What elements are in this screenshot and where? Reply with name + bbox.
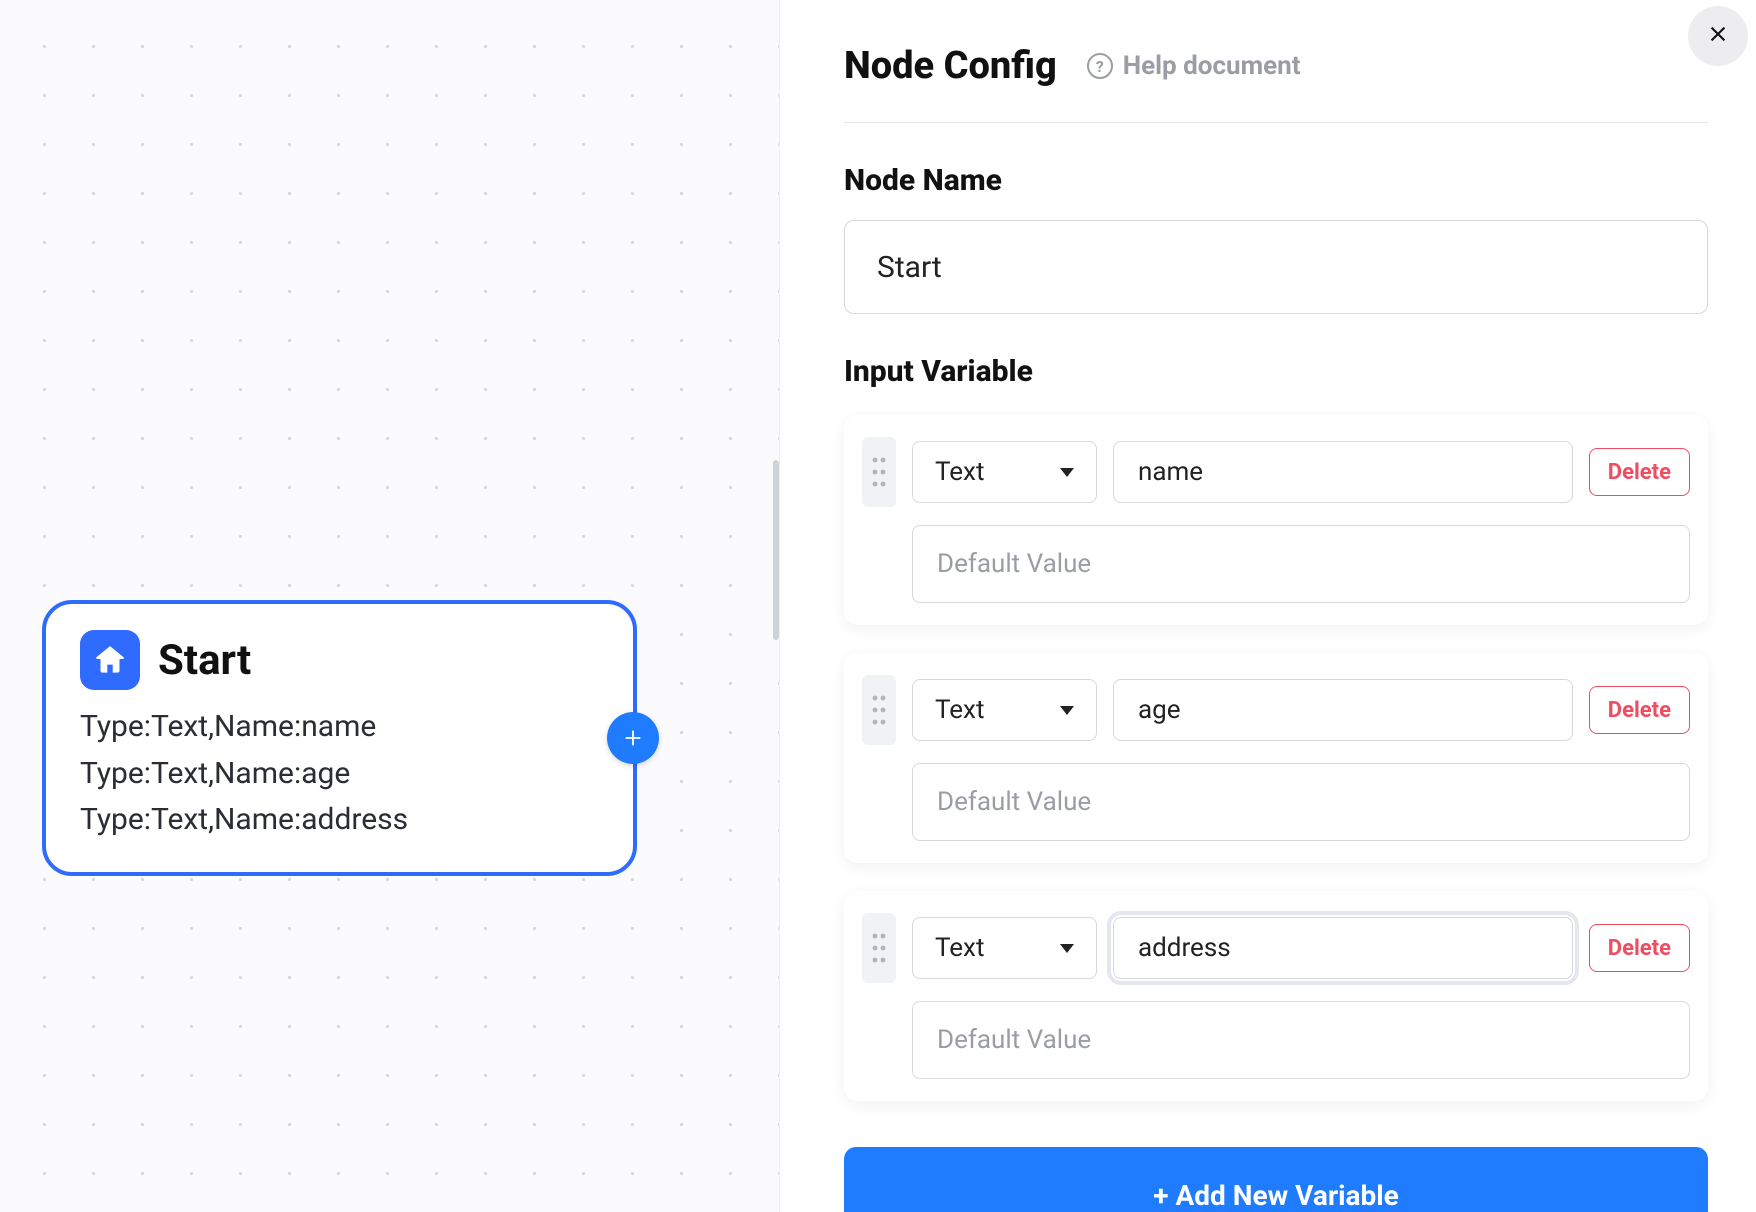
default-value-input[interactable]	[912, 525, 1690, 603]
node-variable-line: Type:Text,Name:age	[80, 751, 599, 798]
delete-variable-button[interactable]: Delete	[1589, 924, 1690, 972]
default-value-input[interactable]	[912, 763, 1690, 841]
delete-variable-button[interactable]: Delete	[1589, 448, 1690, 496]
node-variable-line: Type:Text,Name:address	[80, 797, 599, 844]
node-body: Type:Text,Name:name Type:Text,Name:age T…	[80, 704, 599, 844]
chevron-down-icon	[1060, 468, 1074, 477]
default-value-input[interactable]	[912, 1001, 1690, 1079]
canvas-scrollbar[interactable]	[773, 460, 779, 640]
variable-name-input[interactable]	[1113, 679, 1573, 741]
node-header: Start	[80, 630, 599, 690]
node-title: Start	[158, 636, 251, 685]
variable-card: Text Delete	[844, 891, 1708, 1101]
chevron-down-icon	[1060, 944, 1074, 953]
input-variable-label: Input Variable	[844, 354, 1708, 389]
node-name-input[interactable]	[844, 220, 1708, 314]
help-icon: ?	[1087, 53, 1113, 79]
home-icon	[80, 630, 140, 690]
node-variable-line: Type:Text,Name:name	[80, 704, 599, 751]
variable-type-label: Text	[935, 695, 984, 725]
variable-type-select[interactable]: Text	[912, 679, 1097, 741]
drag-handle-icon[interactable]	[862, 437, 896, 507]
variable-card: Text Delete	[844, 415, 1708, 625]
variables-list: Text Delete Text Delete Text Delete	[844, 415, 1708, 1101]
workflow-canvas[interactable]: Start Type:Text,Name:name Type:Text,Name…	[0, 0, 780, 1212]
panel-title: Node Config	[844, 44, 1057, 88]
delete-variable-button[interactable]: Delete	[1589, 686, 1690, 734]
variable-name-input[interactable]	[1113, 441, 1573, 503]
drag-handle-icon[interactable]	[862, 675, 896, 745]
variable-row: Text Delete	[862, 913, 1690, 983]
close-button[interactable]	[1688, 6, 1748, 66]
chevron-down-icon	[1060, 706, 1074, 715]
variable-card: Text Delete	[844, 653, 1708, 863]
variable-name-input[interactable]	[1113, 917, 1573, 979]
help-link[interactable]: ? Help document	[1087, 51, 1301, 81]
node-name-label: Node Name	[844, 163, 1708, 198]
add-variable-button[interactable]: + Add New Variable	[844, 1147, 1708, 1212]
variable-type-select[interactable]: Text	[912, 917, 1097, 979]
variable-row: Text Delete	[862, 437, 1690, 507]
divider	[844, 122, 1708, 123]
variable-type-label: Text	[935, 457, 984, 487]
drag-handle-icon[interactable]	[862, 913, 896, 983]
start-node[interactable]: Start Type:Text,Name:name Type:Text,Name…	[42, 600, 637, 876]
add-node-button[interactable]	[607, 712, 659, 764]
node-config-panel: Node Config ? Help document Node Name In…	[780, 0, 1756, 1212]
variable-row: Text Delete	[862, 675, 1690, 745]
variable-type-label: Text	[935, 933, 984, 963]
help-link-label: Help document	[1123, 51, 1301, 81]
variable-type-select[interactable]: Text	[912, 441, 1097, 503]
close-icon	[1707, 23, 1729, 49]
